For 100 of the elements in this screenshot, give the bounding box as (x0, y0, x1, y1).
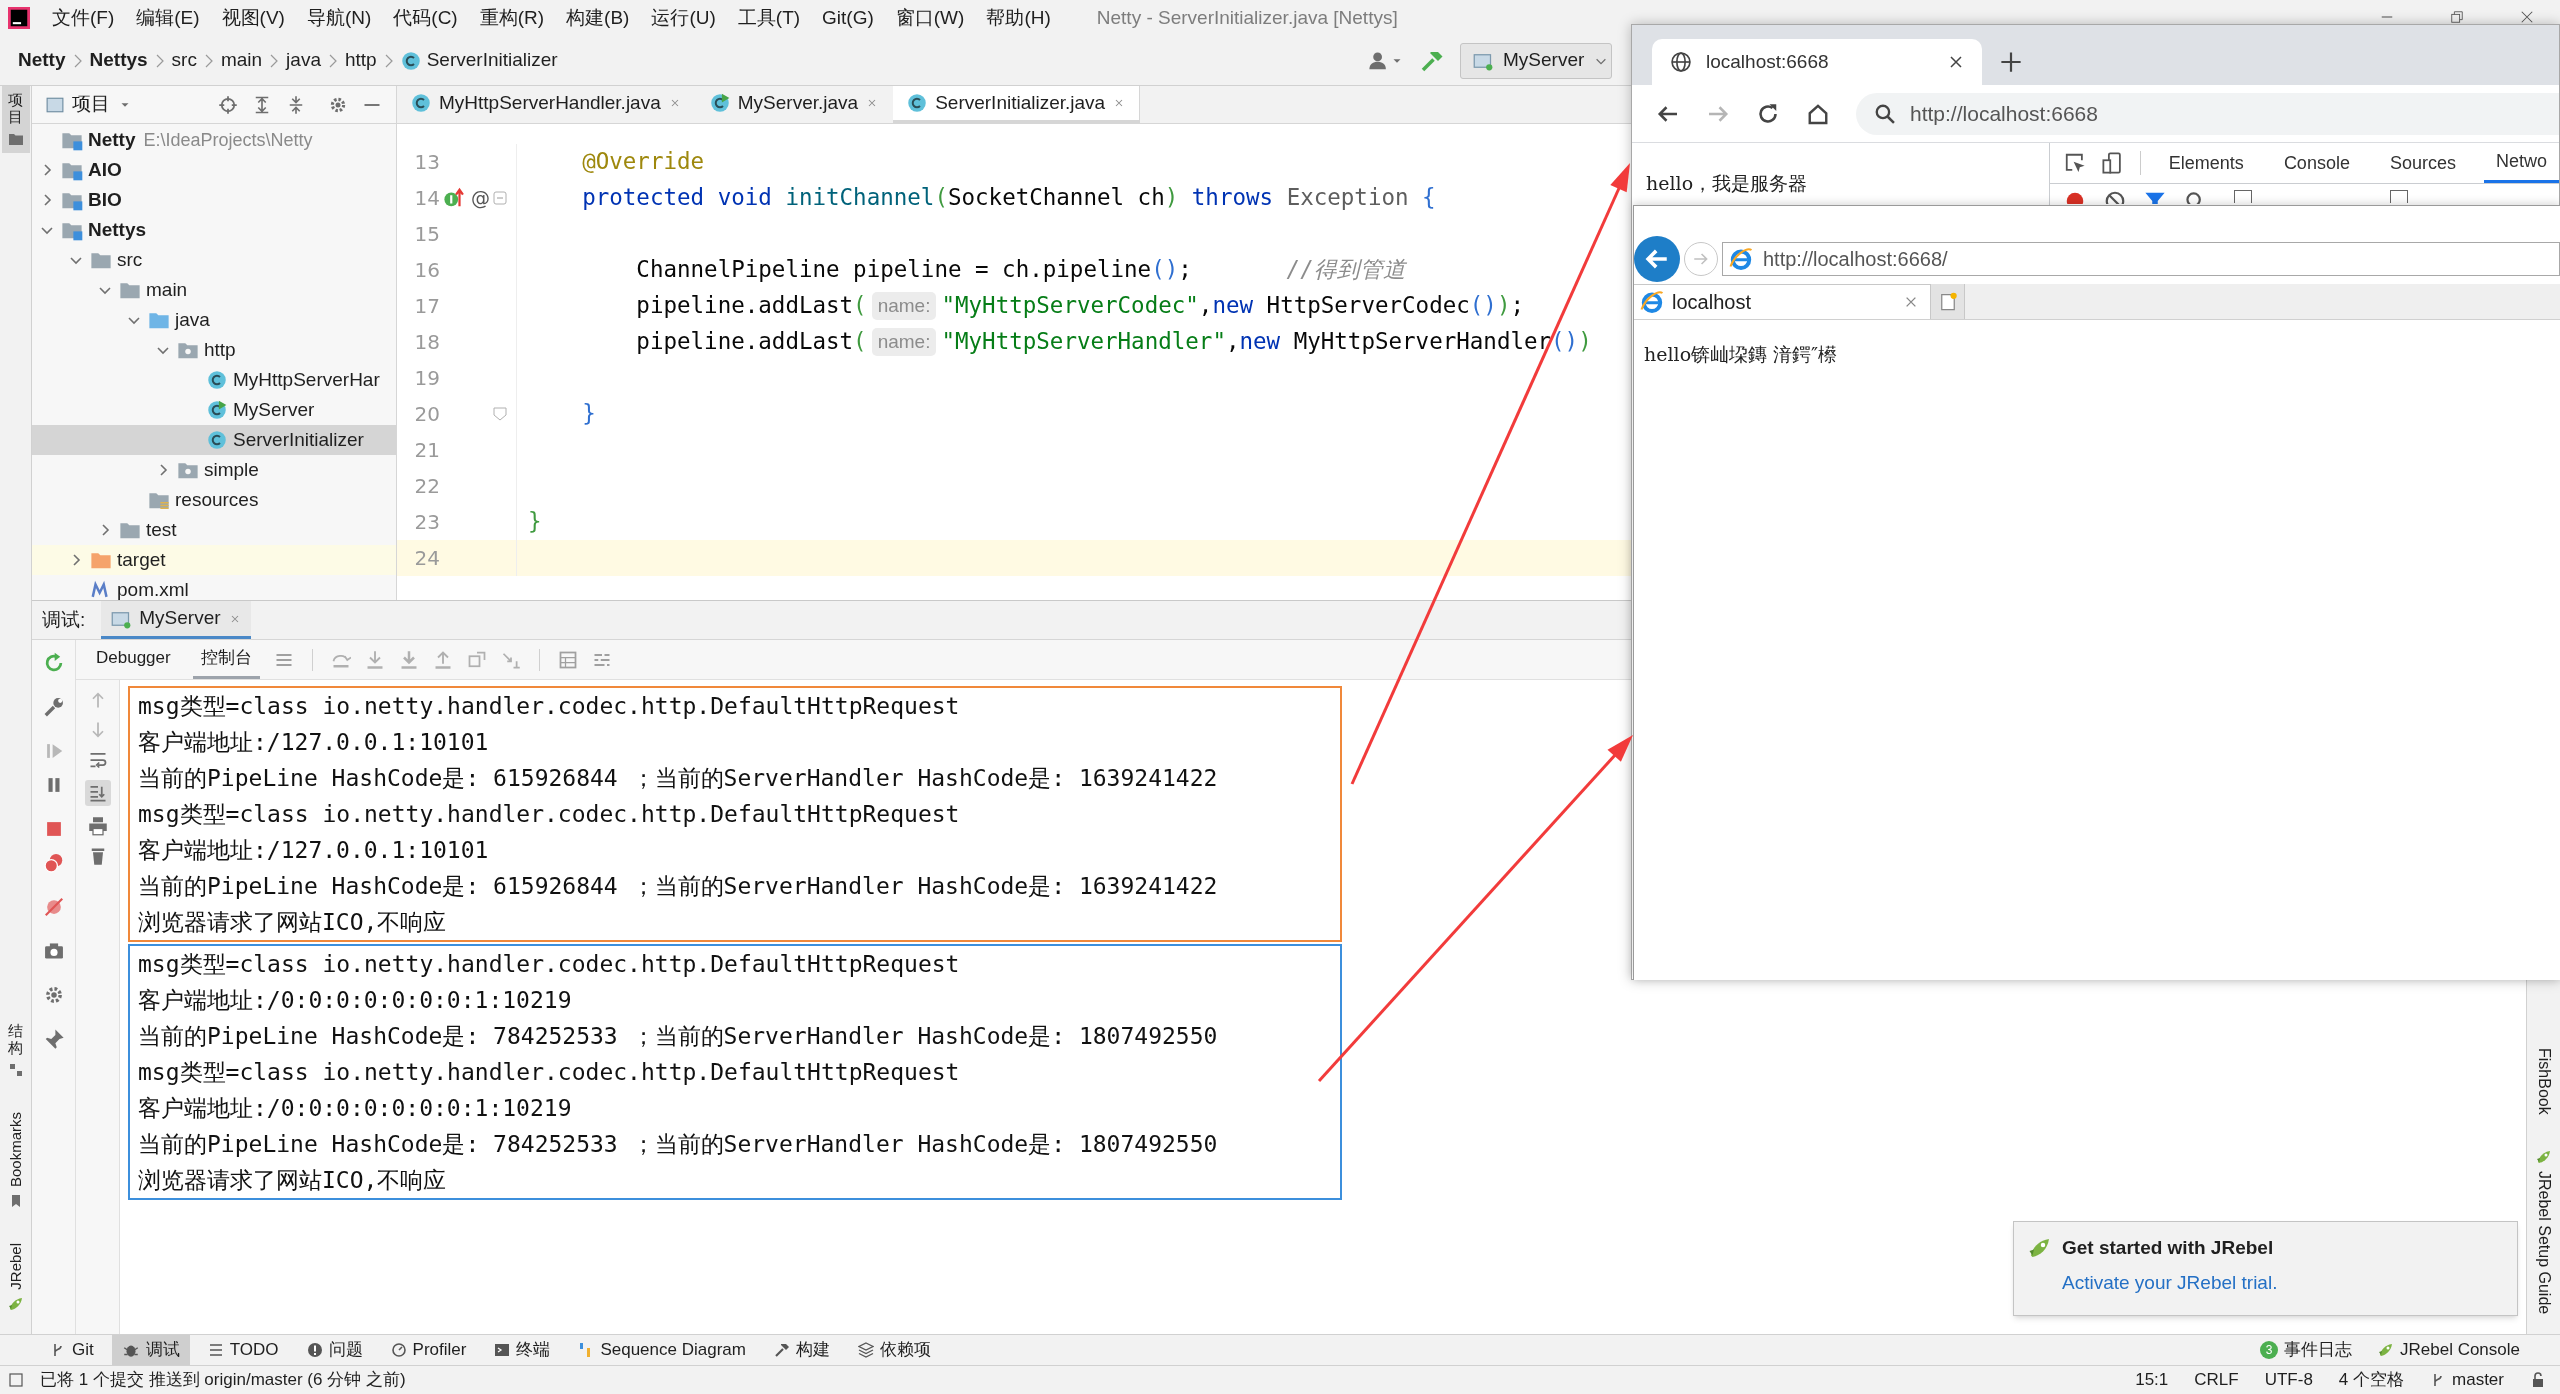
tree-item[interactable]: BIO (32, 185, 396, 215)
tool-window-button[interactable]: 调试 (111, 1335, 190, 1365)
menu-item[interactable]: 窗口(W) (895, 3, 965, 33)
breadcrumb[interactable]: java (286, 46, 321, 75)
activate-link[interactable]: Activate your JRebel trial. (2062, 1268, 2503, 1297)
tool-window-tab[interactable]: 结构 (1, 1017, 30, 1085)
menu-item[interactable]: 视图(V) (221, 3, 285, 33)
menu-item[interactable]: 工具(T) (737, 3, 801, 33)
new-tab-button[interactable] (1931, 284, 1965, 319)
restore-icon[interactable] (2450, 10, 2464, 24)
panel-toggle-icon[interactable] (8, 1372, 24, 1388)
tree-item[interactable]: http (32, 335, 396, 365)
breakpoints-icon[interactable] (42, 852, 65, 874)
camera-icon[interactable] (42, 940, 65, 962)
breadcrumb[interactable]: src (171, 46, 197, 75)
devtools-tab[interactable]: Netwo (2483, 143, 2559, 183)
tool-window-button[interactable]: Git (40, 1335, 104, 1365)
tool-window-button[interactable]: 3 事件日志 (2260, 1337, 2352, 1363)
tool-window-tab[interactable]: FishBook (2535, 1048, 2552, 1115)
status-item[interactable]: 4 个空格 (2338, 1367, 2405, 1393)
tree-item[interactable]: test (32, 515, 396, 545)
tool-window-button[interactable]: 构建 (763, 1335, 840, 1365)
tool-window-tab[interactable]: Bookmarks (1, 1106, 30, 1216)
menu-item[interactable]: 运行(U) (651, 3, 716, 33)
wrench-icon[interactable] (42, 696, 65, 718)
run-configuration-dropdown[interactable]: MyServer (1460, 42, 1612, 79)
menu-item[interactable]: Git(G) (822, 3, 874, 33)
debug-view-tab[interactable]: 控制台 (192, 640, 260, 679)
print-icon[interactable] (87, 816, 108, 836)
breadcrumb[interactable]: Nettys (89, 46, 148, 75)
back-button[interactable] (1634, 236, 1680, 282)
mute-breakpoints-icon[interactable] (42, 896, 65, 918)
clear-icon[interactable] (2103, 190, 2126, 204)
devtools-tab[interactable]: Sources (2377, 143, 2468, 183)
tool-window-button[interactable]: Sequence Diagram (568, 1335, 756, 1365)
menu-item[interactable]: 帮助(H) (986, 3, 1051, 33)
fold-marker-icon[interactable] (492, 190, 508, 206)
new-tab-icon[interactable] (2000, 51, 2022, 73)
tool-window-tab[interactable]: JRebel (1, 1237, 30, 1318)
breadcrumb[interactable]: main (220, 46, 263, 75)
tree-item[interactable]: Nettys (32, 215, 396, 245)
debug-session-tab[interactable]: MyServer (101, 601, 251, 639)
tree-item[interactable]: pom.xml (32, 575, 396, 600)
git-branch-button[interactable]: master (2430, 1367, 2504, 1393)
menu-item[interactable]: 导航(N) (306, 3, 372, 33)
tree-item[interactable]: Netty E:\IdeaProjects\Netty (32, 125, 396, 155)
tool-window-tab[interactable]: 项目 (1, 86, 30, 153)
fold-end-marker-icon[interactable] (492, 406, 508, 422)
scroll-to-end-button[interactable] (84, 780, 111, 806)
tree-item[interactable]: simple (32, 455, 396, 485)
implements-marker-icon[interactable] (443, 187, 465, 209)
inspect-icon[interactable] (2063, 152, 2086, 174)
project-view-dropdown[interactable]: 项目 (46, 90, 132, 119)
tree-item[interactable]: MyHttpServerHar (32, 365, 396, 395)
breadcrumb[interactable]: ServerInitializer (400, 46, 558, 75)
tree-item[interactable]: src (32, 245, 396, 275)
tree-item[interactable]: AIO (32, 155, 396, 185)
tree-item[interactable]: ServerInitializer (32, 425, 396, 455)
tool-window-button[interactable]: TODO (197, 1335, 289, 1365)
browser-tab[interactable]: localhost:6668 (1652, 39, 1982, 85)
tree-item[interactable]: MyServer (32, 395, 396, 425)
address-field[interactable]: http://localhost:6668 (1856, 92, 2559, 135)
editor-tab[interactable]: MyHttpServerHandler.java (397, 86, 696, 123)
checkbox[interactable] (2233, 190, 2252, 203)
tool-window-button[interactable]: 依赖项 (847, 1335, 941, 1365)
status-item[interactable]: CRLF (2194, 1367, 2239, 1393)
evaluate-icon[interactable] (557, 649, 578, 670)
menu-item[interactable]: 编辑(E) (136, 3, 200, 33)
editor-tab[interactable]: ServerInitializer.java (893, 86, 1141, 123)
lock-icon[interactable] (2530, 1372, 2546, 1388)
menu-item[interactable]: 构建(B) (566, 3, 630, 33)
tree-item[interactable]: target (32, 545, 396, 575)
debug-view-tab[interactable]: Debugger (88, 640, 179, 679)
devtools-tab[interactable]: Console (2271, 143, 2362, 183)
locate-icon[interactable] (218, 94, 238, 115)
tree-item[interactable]: main (32, 275, 396, 305)
status-item[interactable]: 15:1 (2135, 1367, 2169, 1393)
tool-window-button[interactable]: 终端 (484, 1335, 561, 1365)
address-field[interactable]: http://localhost:6668/ (1722, 242, 2560, 276)
device-icon[interactable] (2101, 152, 2124, 174)
devtools-tab[interactable]: Elements (2156, 143, 2256, 183)
breadcrumb[interactable]: Netty (18, 46, 66, 75)
tool-window-button[interactable]: JRebel Console (2378, 1337, 2520, 1363)
tool-window-button[interactable]: Profiler (380, 1335, 477, 1365)
menu-item[interactable]: 代码(C) (393, 3, 458, 33)
editor-tab[interactable]: MyServer.java (695, 86, 894, 123)
browser-tab[interactable]: localhost (1634, 284, 1931, 319)
gutter-mark[interactable]: @ (471, 183, 490, 213)
close-icon[interactable] (1948, 54, 1964, 70)
reload-icon[interactable] (1756, 101, 1780, 126)
menu-item[interactable]: 文件(F) (52, 3, 115, 33)
menu-item[interactable]: 重构(R) (479, 3, 545, 33)
breadcrumb[interactable]: http (344, 46, 377, 75)
tool-window-button[interactable]: 问题 (296, 1335, 373, 1365)
tool-window-tab[interactable]: JRebel Setup Guide (2535, 1148, 2552, 1314)
close-icon[interactable] (2520, 10, 2534, 24)
checkbox[interactable] (2389, 190, 2408, 203)
status-item[interactable]: UTF-8 (2264, 1367, 2313, 1393)
tree-item[interactable]: resources (32, 485, 396, 515)
tree-item[interactable]: java (32, 305, 396, 335)
